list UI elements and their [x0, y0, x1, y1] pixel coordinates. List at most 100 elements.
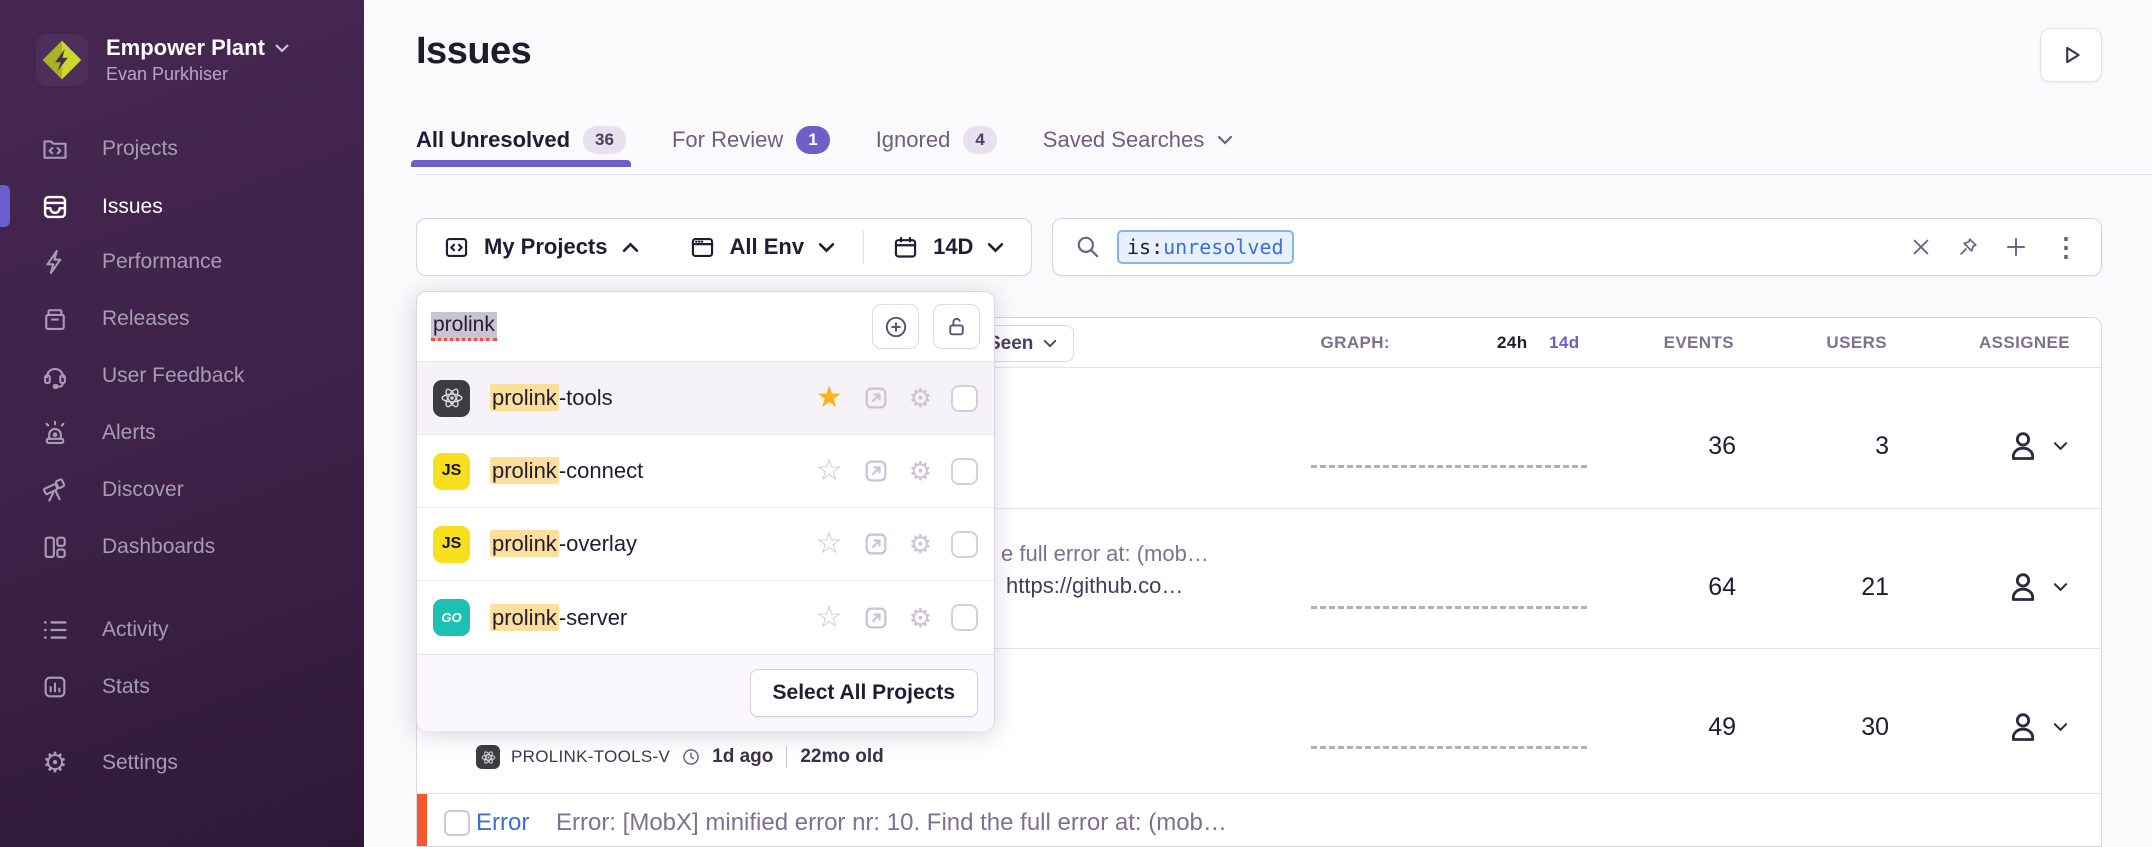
project-search-input[interactable]: prolink: [431, 312, 497, 341]
column-assignee: ASSIGNEE: [1979, 333, 2070, 353]
plus-circle-icon: [883, 314, 909, 340]
sidebar-item-label: User Feedback: [102, 364, 244, 388]
sidebar-item-label: Settings: [102, 751, 178, 775]
date-range-dropdown[interactable]: 14D: [892, 234, 1004, 261]
sidebar-item-label: Projects: [102, 137, 178, 161]
sidebar-item-projects[interactable]: Projects: [40, 131, 178, 167]
lock-filter-button[interactable]: [933, 304, 980, 349]
chevron-down-icon: [2053, 582, 2068, 592]
sidebar-item-dashboards[interactable]: Dashboards: [40, 529, 215, 565]
issue-meta: PROLINK-TOOLS-V 1d ago 22mo old: [476, 745, 884, 769]
sidebar-item-issues[interactable]: Issues: [40, 189, 163, 225]
open-project-icon[interactable]: [862, 530, 890, 558]
sidebar-item-user-feedback[interactable]: User Feedback: [40, 358, 244, 394]
sidebar-item-stats[interactable]: Stats: [40, 669, 150, 705]
tab-ignored[interactable]: Ignored 4: [876, 126, 997, 154]
search-overflow-menu-icon[interactable]: ⋮: [2053, 234, 2079, 260]
project-name: prolink-tools: [490, 385, 613, 411]
sidebar-item-label: Activity: [102, 618, 169, 642]
sidebar-item-performance[interactable]: Performance: [40, 244, 222, 280]
chevron-down-icon: [274, 43, 290, 54]
search-icon: [1075, 234, 1101, 260]
project-checkbox[interactable]: [951, 385, 978, 412]
assignee-dropdown[interactable]: [2003, 567, 2068, 607]
assignee-dropdown[interactable]: [2003, 426, 2068, 466]
issue-search-bar[interactable]: is:unresolved ⋮: [1052, 218, 2102, 276]
sidebar-item-releases[interactable]: Releases: [40, 301, 190, 337]
activity-icon: [40, 615, 70, 645]
replay-play-button[interactable]: [2040, 28, 2102, 82]
star-outline-icon[interactable]: ☆: [816, 603, 843, 633]
graph-range-24h[interactable]: 24h: [1497, 333, 1528, 353]
issue-level-link[interactable]: Error: [476, 809, 529, 837]
releases-icon: [40, 304, 70, 334]
pin-search-icon[interactable]: [1957, 236, 1979, 258]
star-outline-icon[interactable]: ☆: [816, 529, 843, 559]
org-switcher[interactable]: Empower Plant Evan Purkhiser: [36, 34, 290, 86]
sidebar-item-label: Discover: [102, 478, 184, 502]
star-filled-icon[interactable]: ★: [816, 383, 843, 413]
sidebar-item-activity[interactable]: Activity: [40, 612, 169, 648]
electron-platform-icon: [433, 380, 470, 417]
issue-row[interactable]: Error Error: [MobX] minified error nr: 1…: [417, 794, 2101, 847]
sidebar-item-discover[interactable]: Discover: [40, 472, 184, 508]
select-all-projects-button[interactable]: Select All Projects: [750, 669, 978, 717]
filter-divider: [863, 230, 864, 264]
environment-filter-dropdown[interactable]: All Env: [689, 234, 836, 261]
project-checkbox[interactable]: [951, 604, 978, 631]
project-settings-gear-icon[interactable]: ⚙: [909, 458, 932, 484]
project-filter-label: My Projects: [484, 234, 608, 260]
avatar-icon: [2003, 426, 2043, 466]
project-settings-gear-icon[interactable]: ⚙: [909, 531, 932, 557]
active-nav-indicator: [0, 185, 10, 227]
star-outline-icon[interactable]: ☆: [816, 456, 843, 486]
performance-icon: [40, 247, 70, 277]
graph-range-14d[interactable]: 14d: [1549, 333, 1580, 353]
open-project-icon[interactable]: [862, 457, 890, 485]
project-option-prolink-overlay[interactable]: JS prolink-overlay ☆ ⚙: [417, 508, 994, 581]
chevron-down-icon: [1043, 339, 1057, 348]
chevron-down-icon: [1217, 135, 1233, 145]
chevron-up-icon: [622, 242, 639, 253]
projects-icon: [40, 134, 70, 164]
project-name: prolink-connect: [490, 458, 643, 484]
graph-sparkline-placeholder: [1311, 465, 1587, 468]
project-settings-gear-icon[interactable]: ⚙: [909, 605, 932, 631]
main-content: Issues All Unresolved 36 For Review 1 Ig…: [364, 0, 2152, 847]
issues-icon: [40, 192, 70, 222]
issue-checkbox[interactable]: [444, 810, 470, 836]
tab-count-badge: 1: [796, 126, 829, 154]
create-saved-search-icon[interactable]: [2004, 235, 2028, 259]
issue-title-fragment: e full error at: (mob…: [1001, 541, 1209, 567]
search-token[interactable]: is:unresolved: [1117, 230, 1294, 264]
project-slug[interactable]: PROLINK-TOOLS-V: [511, 747, 670, 767]
clear-search-icon[interactable]: [1910, 236, 1932, 258]
column-events: EVENTS: [1664, 333, 1734, 353]
assignee-dropdown[interactable]: [2003, 707, 2068, 747]
add-project-button[interactable]: [872, 304, 919, 349]
project-checkbox[interactable]: [951, 531, 978, 558]
sidebar-item-alerts[interactable]: Alerts: [40, 415, 156, 451]
open-project-icon[interactable]: [862, 384, 890, 412]
project-option-prolink-server[interactable]: GO prolink-server ☆ ⚙: [417, 581, 994, 654]
tab-all-unresolved[interactable]: All Unresolved 36: [416, 126, 626, 154]
project-filter-dropdown[interactable]: My Projects: [443, 234, 639, 261]
sidebar-item-settings[interactable]: ⚙ Settings: [40, 745, 178, 781]
project-option-prolink-connect[interactable]: JS prolink-connect ☆ ⚙: [417, 435, 994, 508]
tab-saved-searches[interactable]: Saved Searches: [1043, 127, 1233, 153]
javascript-platform-icon: JS: [433, 526, 470, 563]
avatar-icon: [2003, 567, 2043, 607]
project-checkbox[interactable]: [951, 458, 978, 485]
alerts-icon: [40, 418, 70, 448]
empower-plant-logo-icon: [40, 38, 84, 82]
open-project-icon[interactable]: [862, 604, 890, 632]
events-count: 36: [1708, 432, 1736, 461]
project-settings-gear-icon[interactable]: ⚙: [909, 385, 932, 411]
meta-divider: [786, 746, 787, 768]
project-option-prolink-tools[interactable]: prolink-tools ★ ⚙: [417, 362, 994, 435]
error-level-stripe: [417, 794, 427, 847]
settings-gear-icon: ⚙: [40, 748, 70, 778]
tab-for-review[interactable]: For Review 1: [672, 126, 830, 154]
avatar-icon: [2003, 707, 2043, 747]
sidebar-item-label: Issues: [102, 195, 163, 219]
